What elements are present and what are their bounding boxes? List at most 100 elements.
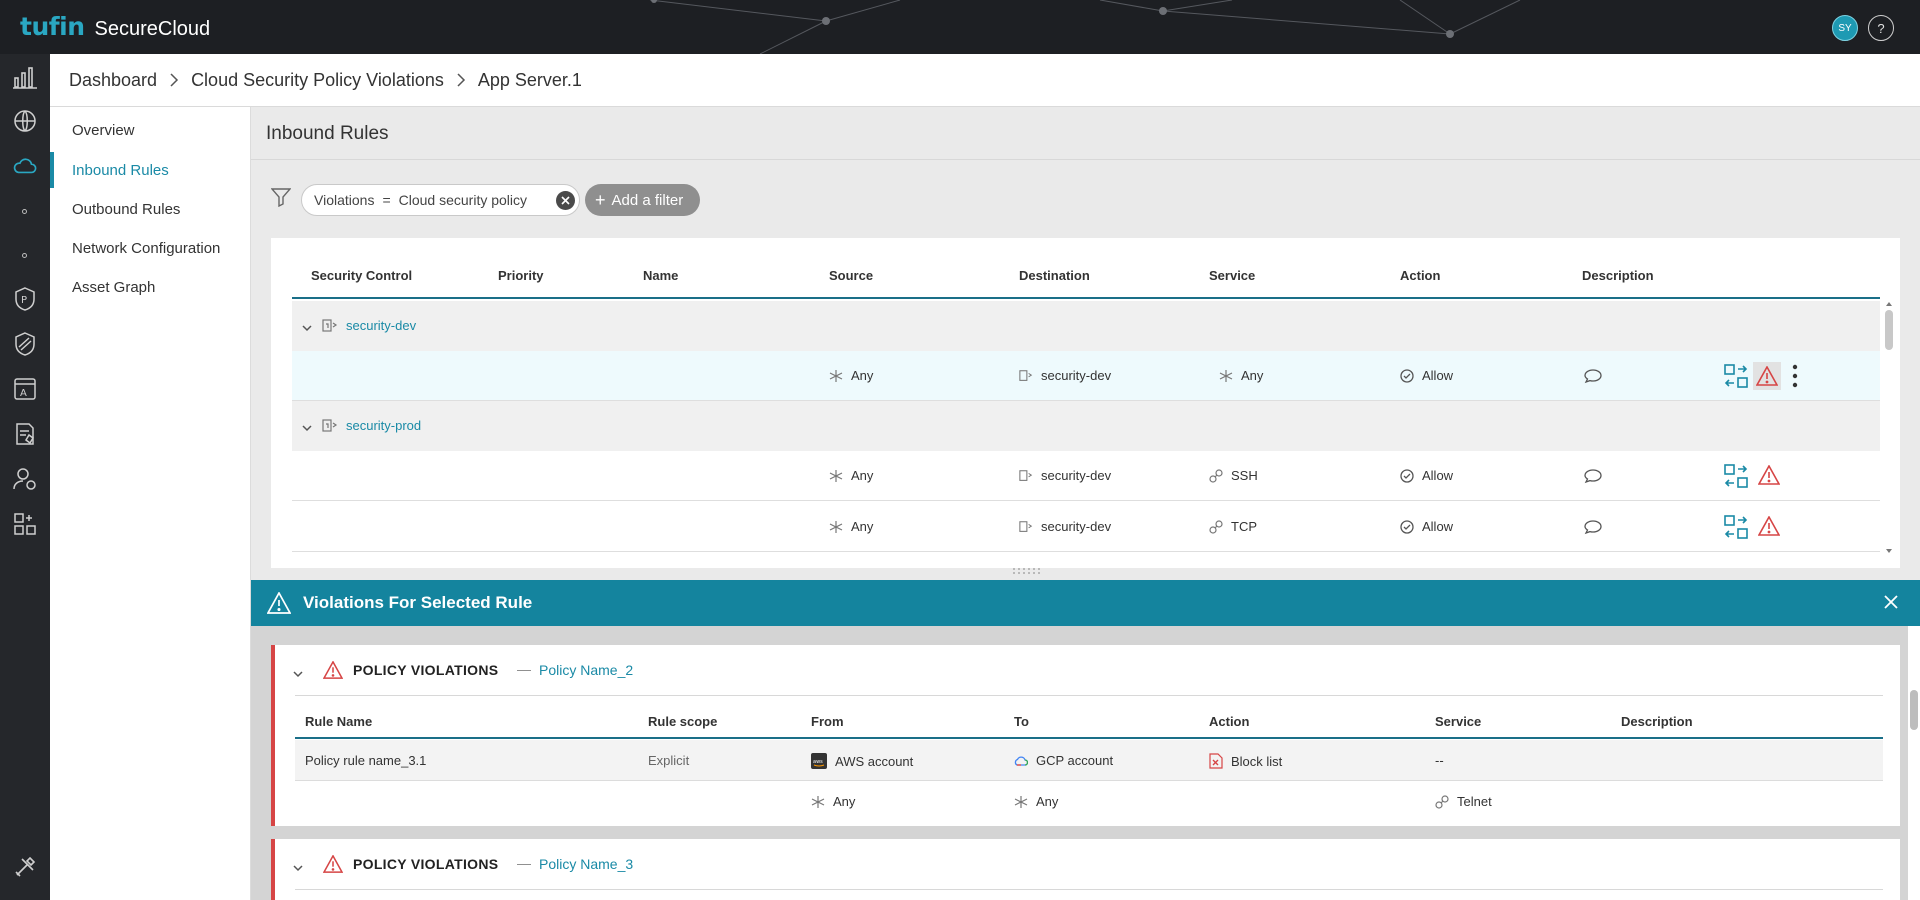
violation-warning-icon[interactable] [1757,464,1781,490]
nav-network-configuration[interactable]: Network Configuration [50,230,250,266]
column-header[interactable]: Description [1582,268,1654,283]
compare-rule-icon[interactable] [1724,364,1748,393]
warning-icon [322,660,344,684]
service-value: TCP [1231,519,1257,534]
add-filter-button[interactable]: + Add a filter [585,184,700,216]
column-header[interactable]: Security Control [311,268,412,283]
warning-icon [322,854,344,878]
policy-shield-icon[interactable]: P [13,287,37,311]
column-header[interactable]: Name [643,268,678,283]
breadcrumb-dashboard[interactable]: Dashboard [69,70,157,91]
table-scrollbar[interactable] [1883,300,1895,555]
compare-rule-icon[interactable] [1724,515,1748,544]
service-cell: SSH [1209,468,1258,483]
chevron-down-icon[interactable] [293,665,303,683]
column-header[interactable]: Description [1621,714,1693,729]
policy-name-link[interactable]: Policy Name_2 [539,662,633,678]
column-header[interactable]: Destination [1019,268,1090,283]
table-row[interactable]: Any security-dev TCP Allow [292,502,1880,552]
policy-name-link[interactable]: Policy Name_3 [539,856,633,872]
chevron-down-icon[interactable] [302,319,312,337]
clear-filter-icon[interactable] [556,191,575,210]
column-header[interactable]: Rule scope [648,714,717,729]
destination-value: security-dev [1041,519,1112,534]
scroll-down-icon[interactable] [1883,547,1895,555]
dashboard-icon[interactable] [13,66,37,90]
cloud-icon[interactable] [13,154,37,178]
sub-item-dot-icon[interactable] [22,209,27,214]
scrollbar-thumb[interactable] [1910,690,1918,730]
table-row[interactable]: Policy rule name_3.1 Explicit aws AWS acc… [295,740,1883,781]
filter-icon[interactable] [270,187,292,212]
app-logo[interactable]: tufin SecureCloud [20,12,210,41]
policy-violation-header[interactable]: POLICY VIOLATIONS — Policy Name_2 [275,645,1900,695]
tools-icon[interactable] [13,855,37,879]
icon-rail: P A [0,54,50,900]
column-header[interactable]: Service [1209,268,1255,283]
column-header[interactable]: Rule Name [305,714,372,729]
service-value: SSH [1231,468,1258,483]
filter-chip[interactable]: Violations = Cloud security policy [301,184,580,216]
violation-warning-icon[interactable] [1757,515,1781,541]
column-header[interactable]: Action [1400,268,1440,283]
table-row[interactable]: Any Any Telnet [295,781,1883,822]
sub-item-dot-icon[interactable] [22,253,27,258]
group-row-security-prod[interactable]: security-prod [292,401,1880,451]
applications-icon[interactable]: A [13,377,37,401]
top-bar: tufin SecureCloud SY ? [0,0,1920,54]
column-header[interactable]: Source [829,268,873,283]
comment-icon[interactable] [1584,368,1610,384]
user-avatar[interactable]: SY [1832,15,1858,41]
column-header[interactable]: Service [1435,714,1481,729]
violation-warning-icon[interactable] [1753,362,1781,390]
column-header[interactable]: To [1014,714,1029,729]
help-button[interactable]: ? [1868,15,1894,41]
action-value: Allow [1422,519,1454,534]
destination-cell: security-dev [1019,468,1111,483]
globe-icon[interactable] [13,109,37,133]
breadcrumb-policy-violations[interactable]: Cloud Security Policy Violations [191,70,444,91]
policy-violation-header[interactable]: POLICY VIOLATIONS — Policy Name_3 [275,839,1900,889]
group-label[interactable]: security-prod [346,418,421,433]
rule-name-cell: Policy rule name_3.1 [305,753,427,768]
svg-text:A: A [20,388,27,399]
comment-icon[interactable] [1584,468,1610,484]
column-header[interactable]: From [811,714,844,729]
group-label[interactable]: security-dev [346,318,416,333]
reports-icon[interactable] [13,422,37,446]
user-settings-icon[interactable] [13,467,37,491]
service-value: Any [1241,368,1264,383]
nav-asset-graph[interactable]: Asset Graph [50,269,250,305]
destination-value: security-dev [1041,368,1112,383]
table-row[interactable]: Any security-dev SSH Allow [292,451,1880,501]
violations-scrollbar[interactable] [1908,626,1920,900]
nav-outbound-rules[interactable]: Outbound Rules [50,191,250,227]
nav-inbound-rules[interactable]: Inbound Rules [50,152,250,188]
panel-resize-handle[interactable] [1011,566,1043,576]
column-header[interactable]: Action [1209,714,1249,729]
svg-text:aws: aws [813,759,823,765]
source-cell: Any [829,519,873,534]
filter-operator: = [382,192,391,208]
column-header[interactable]: Priority [498,268,544,283]
more-options-icon[interactable] [1792,364,1798,393]
main-content: Inbound Rules Violations = Cloud securit… [251,107,1920,900]
scrollbar-thumb[interactable] [1885,310,1893,350]
separator: — [517,855,531,871]
compare-rule-icon[interactable] [1724,464,1748,493]
chevron-down-icon[interactable] [293,859,303,877]
group-row-security-dev[interactable]: security-dev [292,301,1880,351]
network-background-graphic [649,0,1521,54]
integrations-icon[interactable] [13,512,37,536]
nav-overview[interactable]: Overview [50,112,250,148]
destination-cell: security-dev [1019,519,1111,534]
scroll-up-icon[interactable] [1883,300,1895,308]
policy-violations-label: POLICY VIOLATIONS [353,662,499,678]
destination-value: security-dev [1041,468,1112,483]
chevron-down-icon[interactable] [302,419,312,437]
security-shield-icon[interactable] [13,332,37,356]
comment-icon[interactable] [1584,519,1610,535]
close-icon[interactable] [1883,594,1899,615]
product-name: SecureCloud [94,18,211,40]
table-row[interactable]: Any security-dev Any Allow [292,351,1880,401]
